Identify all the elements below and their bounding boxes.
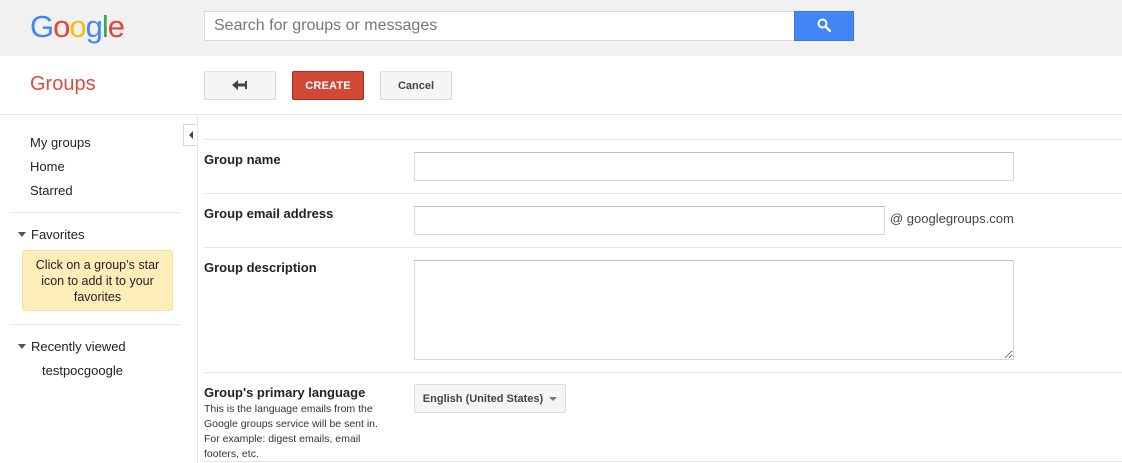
back-button[interactable] bbox=[204, 71, 276, 100]
create-button[interactable]: CREATE bbox=[292, 71, 364, 100]
app-title[interactable]: Groups bbox=[30, 73, 96, 96]
divider bbox=[204, 247, 1122, 248]
logo-letter: e bbox=[107, 9, 125, 44]
cancel-button[interactable]: Cancel bbox=[380, 71, 452, 100]
language-dropdown[interactable]: English (United States) bbox=[414, 384, 566, 413]
google-logo[interactable]: Google bbox=[30, 9, 125, 45]
create-group-form: Group name Group email address @ googleg… bbox=[204, 116, 1122, 463]
logo-letter: o bbox=[69, 9, 86, 44]
group-description-field[interactable] bbox=[414, 260, 1014, 360]
collapse-sidebar-button[interactable] bbox=[183, 124, 197, 146]
recently-viewed-toggle[interactable]: Recently viewed bbox=[18, 339, 126, 354]
language-value: English (United States) bbox=[422, 392, 544, 405]
logo-letter: o bbox=[53, 9, 70, 44]
favorites-toggle[interactable]: Favorites bbox=[18, 227, 84, 242]
favorites-hint: Click on a group’s star icon to add it t… bbox=[22, 250, 173, 311]
search-button[interactable] bbox=[794, 11, 854, 41]
sidebar-item-my-groups[interactable]: My groups bbox=[30, 135, 91, 150]
triangle-down-icon bbox=[18, 232, 26, 237]
action-bar: Groups CREATE Cancel bbox=[0, 56, 1122, 115]
chevron-left-icon bbox=[188, 131, 193, 139]
sidebar-item-starred[interactable]: Starred bbox=[30, 183, 73, 198]
search-bar bbox=[204, 11, 854, 41]
sidebar: My groups Home Starred Favorites Click o… bbox=[0, 116, 198, 463]
favorites-label: Favorites bbox=[31, 227, 85, 242]
search-input[interactable] bbox=[204, 11, 794, 41]
email-domain-suffix: @ googlegroups.com bbox=[890, 211, 1014, 226]
divider bbox=[204, 372, 1122, 373]
sidebar-item-home[interactable]: Home bbox=[30, 159, 65, 174]
search-icon bbox=[817, 18, 832, 35]
back-arrow-icon bbox=[232, 78, 248, 93]
group-email-label: Group email address bbox=[204, 206, 334, 221]
divider bbox=[10, 324, 180, 325]
group-name-label: Group name bbox=[204, 152, 281, 167]
group-description-label: Group description bbox=[204, 260, 317, 275]
divider bbox=[204, 461, 1122, 462]
triangle-down-icon bbox=[18, 344, 26, 349]
recent-group-link[interactable]: testpocgoogle bbox=[42, 363, 123, 378]
group-name-field[interactable] bbox=[414, 152, 1014, 181]
logo-letter: G bbox=[30, 9, 54, 44]
chevron-down-icon bbox=[549, 396, 558, 401]
divider bbox=[204, 139, 1122, 140]
language-help-text: This is the language emails from the Goo… bbox=[204, 403, 378, 460]
recently-viewed-label: Recently viewed bbox=[31, 339, 126, 354]
language-label: Group's primary language bbox=[204, 385, 366, 400]
group-email-field[interactable] bbox=[414, 206, 885, 235]
top-bar: Google bbox=[0, 0, 1122, 56]
logo-letter: g bbox=[85, 9, 103, 44]
divider bbox=[204, 193, 1122, 194]
divider bbox=[10, 212, 180, 213]
